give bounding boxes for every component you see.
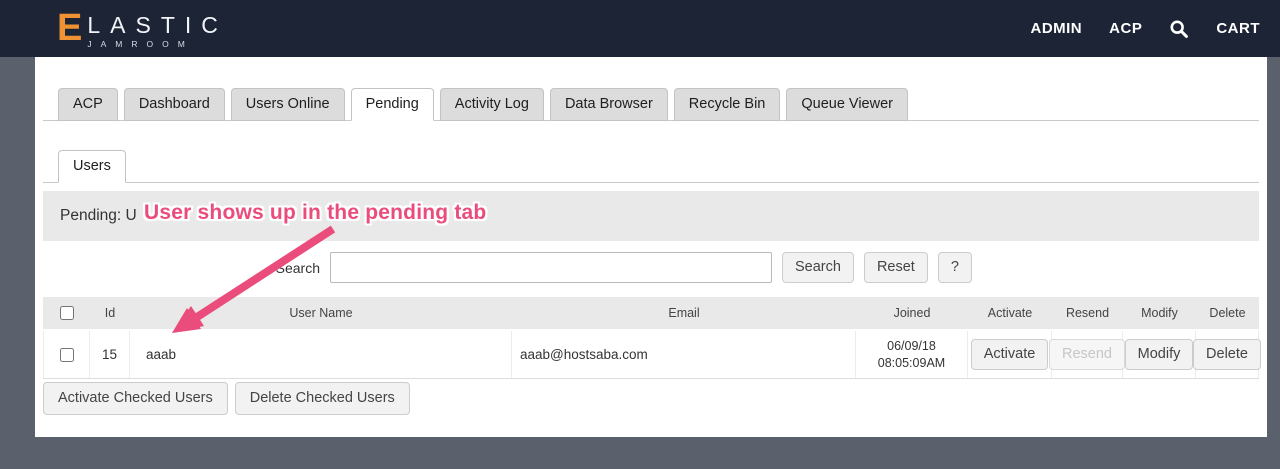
row-checkbox[interactable] [59, 347, 74, 362]
brand-name: LASTIC [87, 11, 228, 38]
tab-users[interactable]: Users [58, 150, 126, 183]
search-input[interactable] [330, 252, 772, 283]
top-nav: ADMIN ACP CART [1030, 19, 1260, 39]
column-header-delete: Delete [1209, 306, 1246, 320]
brand-subtitle: JAMROOM [87, 38, 194, 49]
row-joined-time: 08:05:09AM [877, 355, 946, 370]
column-header-modify: Modify [1141, 306, 1178, 320]
resend-button[interactable]: Resend [1049, 339, 1125, 370]
page: E LASTIC JAMROOM ADMIN ACP CART ACP Dash… [0, 0, 1280, 469]
delete-button[interactable]: Delete [1193, 339, 1261, 370]
sub-tab-bar: Users [43, 150, 1259, 183]
nav-cart[interactable]: CART [1216, 20, 1260, 37]
column-header-id: Id [104, 306, 116, 320]
nav-admin[interactable]: ADMIN [1030, 20, 1082, 37]
row-username: aaab [130, 331, 512, 378]
modify-button[interactable]: Modify [1124, 339, 1194, 370]
row-joined-date: 06/09/18 [887, 338, 936, 353]
content-card: ACP Dashboard Users Online Pending Activ… [35, 57, 1267, 437]
search-button[interactable]: Search [782, 252, 854, 283]
brand-initial: E [57, 6, 83, 49]
main-tab-bar: ACP Dashboard Users Online Pending Activ… [43, 88, 1259, 121]
tab-pending[interactable]: Pending [350, 88, 434, 121]
tab-users-online[interactable]: Users Online [230, 88, 345, 121]
tab-data-browser[interactable]: Data Browser [549, 88, 668, 121]
annotation-text: User shows up in the pending tab [144, 201, 487, 224]
footer-actions: Activate Checked Users Delete Checked Us… [43, 382, 1259, 415]
row-email: aaab@hostsaba.com [512, 331, 856, 378]
table-row: 15 aaab aaab@hostsaba.com 06/09/18 08:05… [43, 331, 1261, 379]
column-header-email: Email [668, 306, 700, 320]
tab-activity-log[interactable]: Activity Log [439, 88, 544, 121]
row-joined: 06/09/18 08:05:09AM [856, 331, 968, 378]
delete-checked-users-button[interactable]: Delete Checked Users [234, 382, 410, 415]
reset-button[interactable]: Reset [863, 252, 928, 283]
tab-recycle-bin[interactable]: Recycle Bin [673, 88, 781, 121]
row-id: 15 [90, 331, 130, 378]
top-header: E LASTIC JAMROOM ADMIN ACP CART [0, 0, 1280, 57]
tab-dashboard[interactable]: Dashboard [123, 88, 225, 121]
tab-queue-viewer[interactable]: Queue Viewer [786, 88, 908, 121]
column-header-joined: Joined [893, 305, 931, 320]
brand-logo[interactable]: E LASTIC JAMROOM [57, 9, 228, 49]
activate-checked-users-button[interactable]: Activate Checked Users [43, 382, 228, 415]
column-header-activate: Activate [987, 306, 1033, 320]
nav-acp[interactable]: ACP [1109, 20, 1142, 37]
column-header-resend: Resend [1065, 306, 1110, 320]
help-button[interactable]: ? [937, 252, 972, 283]
select-all-checkbox[interactable] [59, 306, 74, 320]
activate-button[interactable]: Activate [970, 339, 1049, 370]
tab-acp[interactable]: ACP [58, 88, 118, 121]
search-label: Search [275, 259, 320, 276]
table-header-row: Id User Name Email Joined Activate Resen… [43, 297, 1259, 331]
search-row: Search Search Reset ? [43, 252, 1259, 283]
pending-users-table: Id User Name Email Joined Activate Resen… [43, 297, 1261, 379]
search-icon[interactable] [1169, 19, 1189, 39]
column-header-username: User Name [289, 306, 353, 320]
